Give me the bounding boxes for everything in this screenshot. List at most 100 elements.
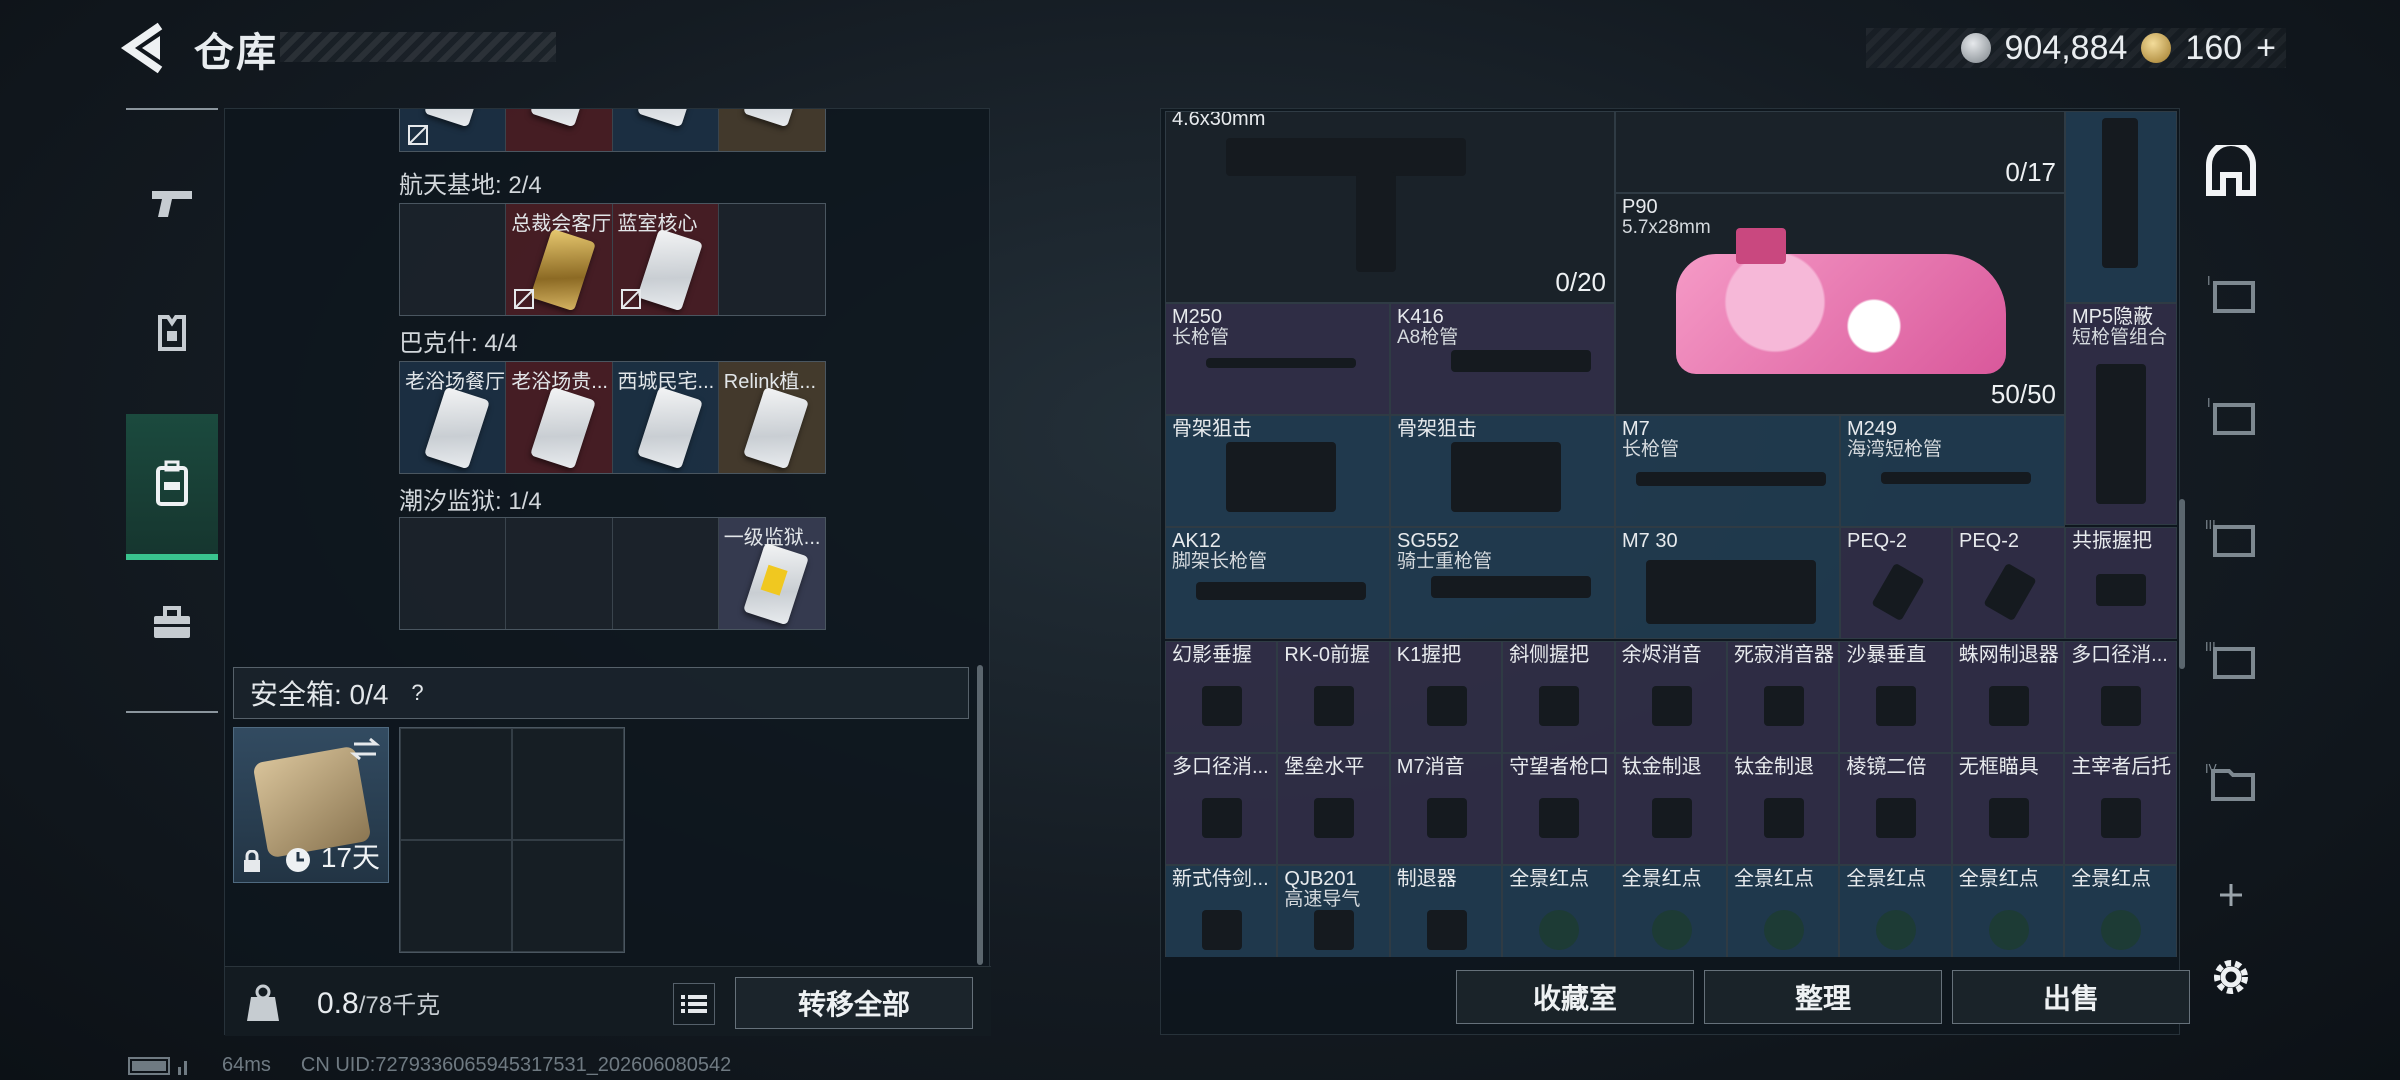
keycard-slot-empty[interactable]	[400, 518, 507, 629]
safe-slot[interactable]	[400, 840, 512, 952]
inventory-item[interactable]: M7消音	[1389, 753, 1503, 865]
inventory-item[interactable]: 棱镜二倍	[1839, 753, 1952, 865]
item-sub: 短枪管组合	[2072, 327, 2168, 348]
tab-weapons[interactable]	[126, 158, 218, 248]
right-scrollbar[interactable]	[2179, 499, 2185, 669]
inventory-item[interactable]: 全景红点	[1502, 865, 1615, 957]
inventory-item[interactable]	[2065, 111, 2177, 303]
tab-containers[interactable]	[126, 414, 218, 560]
transfer-all-button[interactable]: 转移全部	[735, 977, 973, 1029]
inventory-item[interactable]: 多口径消...	[1165, 753, 1278, 865]
collection-button[interactable]: 收藏室	[1456, 970, 1694, 1024]
left-scrollbar[interactable]	[977, 665, 983, 965]
keycard-slot-empty[interactable]	[718, 204, 825, 315]
inventory-item[interactable]: 制退器	[1389, 865, 1503, 957]
inventory-item[interactable]: 主宰者后托	[2064, 753, 2177, 865]
inventory-item[interactable]: 全景红点	[1839, 865, 1952, 957]
keycard-scroll-area[interactable]: 航天基地: 2/4 总裁会客厅 蓝室核心 巴克什: 4/4 老浴场餐厅 老浴场贵	[225, 109, 991, 659]
keycard-slot[interactable]: Relink植...	[718, 362, 825, 473]
inventory-item[interactable]: K416 A8枪管	[1390, 303, 1615, 415]
inventory-item[interactable]: 0/17	[1615, 111, 2065, 193]
keycard-slot-empty[interactable]	[612, 518, 719, 629]
settings-button[interactable]	[2200, 946, 2262, 1008]
inventory-item[interactable]: M7 长枪管	[1615, 415, 1840, 527]
inventory-item[interactable]: SG552 骑士重枪管	[1390, 527, 1615, 639]
inventory-item[interactable]: 全景红点	[2064, 865, 2177, 957]
attachment-image	[2101, 910, 2142, 950]
attachment-image	[1426, 910, 1467, 950]
keycard-slot[interactable]: 老浴场餐厅	[400, 362, 507, 473]
storage-main-tab[interactable]	[2200, 140, 2262, 202]
help-button[interactable]: ?	[402, 678, 432, 708]
laser-image	[1871, 562, 1925, 622]
add-storage-button[interactable]	[2200, 864, 2262, 926]
inventory-item[interactable]: M7 30	[1615, 527, 1840, 639]
inventory-item[interactable]: 多口径消...	[2064, 641, 2177, 753]
inventory-item[interactable]: 新式侍剑...	[1165, 865, 1278, 957]
add-currency-button[interactable]: +	[2256, 29, 2276, 68]
storage-crate-icon: I	[2207, 396, 2255, 435]
keycard-slot-empty[interactable]	[506, 518, 613, 629]
inventory-item[interactable]: M249 海湾短枪管	[1840, 415, 2065, 527]
inventory-item[interactable]: 蛛网制退器	[1951, 641, 2065, 753]
safe-box-duration: 17天	[320, 842, 380, 873]
list-view-button[interactable]	[673, 983, 715, 1025]
tab-items[interactable]	[126, 578, 218, 668]
keycard-slot[interactable]: 西城民宅...	[612, 362, 719, 473]
inventory-item[interactable]: 余烬消音	[1614, 641, 1727, 753]
inventory-item[interactable]: QJB201 高速导气	[1277, 865, 1390, 957]
inventory-item[interactable]: 钛金制退	[1727, 753, 1840, 865]
inventory-item[interactable]: 死寂消音器	[1727, 641, 1840, 753]
sort-button[interactable]: 整理	[1704, 970, 1942, 1024]
keycard-slot[interactable]	[400, 109, 507, 151]
inventory-item[interactable]: 全景红点	[1614, 865, 1727, 957]
inventory-item[interactable]: PEQ-2	[1840, 527, 1952, 639]
safe-slot[interactable]	[512, 840, 624, 952]
inventory-item[interactable]: M250 长枪管	[1165, 303, 1390, 415]
item-sub: 脚架长枪管	[1172, 551, 1268, 572]
item-name: 死寂消音器	[1734, 644, 1834, 666]
keycard-slot-empty[interactable]	[400, 204, 507, 315]
item-name: 全景红点	[1846, 868, 1927, 890]
inventory-item[interactable]: RK-0前握	[1277, 641, 1390, 753]
inventory-item[interactable]: MP5隐蔽 短枪管组合	[2065, 303, 2177, 525]
inventory-item[interactable]: 钛金制退	[1614, 753, 1727, 865]
inventory-item[interactable]: 沙暴垂直	[1839, 641, 1952, 753]
keycard-slot[interactable]: 一级监狱...	[718, 518, 825, 629]
inventory-item[interactable]: 守望者枪口	[1502, 753, 1615, 865]
keycard-slot[interactable]	[718, 109, 825, 151]
safe-box-item[interactable]: 17天	[233, 727, 389, 883]
inventory-item[interactable]: 骨架狙击	[1390, 415, 1615, 527]
sell-button[interactable]: 出售	[1952, 970, 2190, 1024]
keycard-slot[interactable]: 总裁会客厅	[506, 204, 613, 315]
keycard-slot[interactable]	[506, 109, 613, 151]
inventory-item[interactable]: 共振握把	[2065, 527, 2177, 639]
side-tabs	[126, 108, 218, 713]
storage-tab-5[interactable]: IV	[2200, 750, 2262, 812]
inventory-item[interactable]: K1握把	[1389, 641, 1503, 753]
inventory-item[interactable]: 斜侧握把	[1502, 641, 1615, 753]
inventory-item[interactable]: 4.6x30mm 0/20	[1165, 111, 1615, 303]
inventory-item[interactable]: 全景红点	[1727, 865, 1840, 957]
inventory-item[interactable]: 全景红点	[1951, 865, 2065, 957]
item-name: 棱镜二倍	[1846, 756, 1927, 778]
safe-slot[interactable]	[400, 728, 512, 840]
inventory-item[interactable]: PEQ-2	[1952, 527, 2065, 639]
keycard-slot[interactable]: 老浴场贵...	[506, 362, 613, 473]
inventory-item[interactable]: 骨架狙击	[1165, 415, 1390, 527]
keycard-slot[interactable]	[612, 109, 719, 151]
keycard-slot[interactable]: 蓝室核心	[612, 204, 719, 315]
storage-tab-2[interactable]: I	[2200, 384, 2262, 446]
tab-armor[interactable]	[126, 288, 218, 378]
storage-tab-1[interactable]: I	[2200, 262, 2262, 324]
storage-tab-3[interactable]: III	[2200, 506, 2262, 568]
inventory-item[interactable]: AK12 脚架长枪管	[1165, 527, 1390, 639]
safe-slot[interactable]	[512, 728, 624, 840]
inventory-item-p90[interactable]: P90 5.7x28mm 50/50	[1615, 193, 2065, 415]
keycard-image	[742, 386, 809, 470]
back-button[interactable]	[120, 22, 180, 74]
inventory-item[interactable]: 无框瞄具	[1951, 753, 2065, 865]
inventory-item[interactable]: 幻影垂握	[1165, 641, 1278, 753]
storage-tab-4[interactable]: III	[2200, 628, 2262, 690]
inventory-item[interactable]: 堡垒水平	[1277, 753, 1390, 865]
